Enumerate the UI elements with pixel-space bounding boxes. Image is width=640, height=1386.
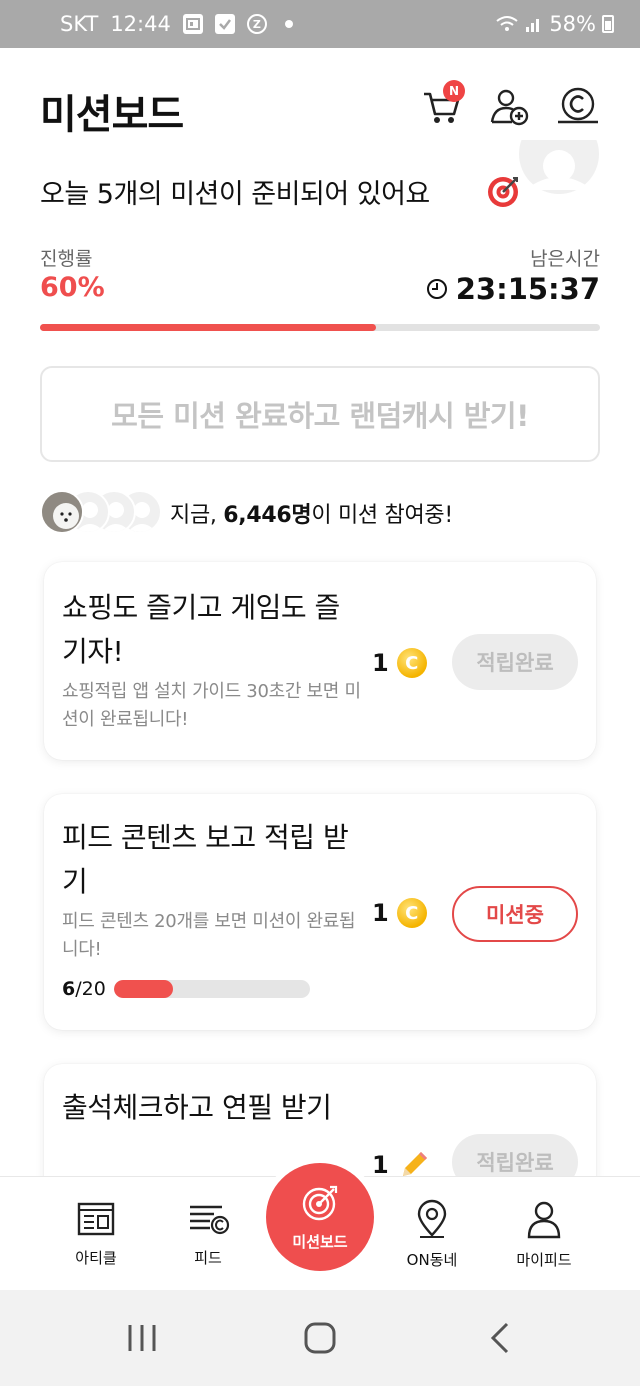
participant-avatar <box>40 490 84 534</box>
nav-label: ON동네 <box>406 1250 458 1269</box>
mission-progress-bar <box>113 980 310 998</box>
cart-new-badge: N <box>443 80 465 102</box>
clock-icon <box>426 279 447 299</box>
overall-progress-fill <box>40 324 376 331</box>
participants-prefix: 지금, <box>170 503 224 528</box>
mission-progress-total: /20 <box>75 978 106 1000</box>
page-title: 미션보드 <box>40 92 184 138</box>
back-icon <box>490 1322 509 1354</box>
nav-item-missionboard[interactable]: 미션보드 <box>266 1163 374 1271</box>
all-missions-reward-button[interactable]: 모든 미션 완료하고 랜덤캐시 받기! <box>40 366 600 462</box>
status-bar: SKT 12:44 Z 58% <box>0 0 640 48</box>
signal-icon <box>526 19 540 32</box>
avatar <box>518 140 600 210</box>
clock: 12:44 <box>110 12 171 36</box>
back-button[interactable] <box>470 1310 530 1366</box>
mission-reward-amount: 1 <box>372 649 389 677</box>
mission-title: 피드 콘텐츠 보고 적립 받기 <box>62 821 349 898</box>
remaining-time: 23:15:37 <box>426 272 600 306</box>
nav-item-feed[interactable]: 피드 <box>158 1177 258 1291</box>
participants-text: 지금, 6,446명이 미션 참여중! <box>170 497 453 529</box>
progress-value: 60% <box>40 272 105 303</box>
location-pin-icon <box>417 1199 447 1238</box>
coin-icon: C <box>396 898 427 928</box>
mission-description: 피드 콘텐츠 20개를 보면 미션이 완료됩니다! <box>62 911 356 960</box>
mission-title: 쇼핑도 즐기고 게임도 즐기자! <box>62 591 340 668</box>
mission-progress-current: 6 <box>62 978 76 1000</box>
system-navigation-bar <box>0 1290 640 1386</box>
target-icon <box>302 1185 338 1220</box>
bottom-navigation: 아티클 피드 미션보드 ON동네 마이피드 <box>0 1163 640 1291</box>
progress-label: 진행률 <box>40 248 93 270</box>
mission-headline: 오늘 5개의 미션이 준비되어 있어요 <box>40 179 430 210</box>
nav-label: 피드 <box>194 1248 222 1267</box>
checkbox-icon <box>214 14 235 34</box>
mission-card[interactable]: 쇼핑도 즐기고 게임도 즐기자! 쇼핑적립 앱 설치 가이드 30초간 보면 미… <box>44 562 596 760</box>
mission-title: 출석체크하고 연필 받기 <box>62 1091 332 1124</box>
mission-reward-amount: 1 <box>372 899 389 927</box>
wifi-icon <box>496 16 518 31</box>
feed-icon <box>190 1205 230 1234</box>
nav-icon <box>182 14 203 34</box>
mission-status-button[interactable]: 적립완료 <box>452 634 578 690</box>
nav-label: 아티클 <box>75 1248 117 1267</box>
nav-item-article[interactable]: 아티클 <box>46 1177 146 1291</box>
carrier-label: SKT <box>60 12 99 36</box>
mission-description: 쇼핑적립 앱 설치 가이드 30초간 보면 미션이 완료됩니다! <box>62 681 361 730</box>
mission-reward-amount: 1 <box>372 1151 389 1179</box>
mission-progress-fill <box>113 980 173 998</box>
nav-label: 미션보드 <box>292 1232 348 1251</box>
nav-label: 마이피드 <box>516 1250 572 1269</box>
participant-avatars <box>40 490 162 536</box>
recent-apps-icon <box>128 1325 156 1351</box>
coin-wallet-icon[interactable] <box>556 84 600 128</box>
target-icon <box>488 177 518 207</box>
coin-icon: C <box>396 648 427 678</box>
participants-count: 6,446명 <box>223 503 312 528</box>
article-icon <box>77 1202 115 1235</box>
add-friend-icon[interactable] <box>488 84 532 128</box>
home-button[interactable] <box>290 1310 350 1366</box>
battery-percent: 58% <box>549 12 596 36</box>
battery-icon <box>602 15 614 33</box>
nav-item-myfeed[interactable]: 마이피드 <box>494 1177 594 1291</box>
participants-row: 지금, 6,446명이 미션 참여중! <box>40 490 453 536</box>
notification-dot-icon <box>284 20 293 28</box>
remaining-time-value: 23:15:37 <box>455 272 600 306</box>
participants-suffix: 이 미션 참여중! <box>311 503 453 528</box>
nav-item-neighborhood[interactable]: ON동네 <box>382 1177 482 1291</box>
z-icon: Z <box>246 14 267 34</box>
mission-status-button[interactable]: 미션중 <box>452 886 578 942</box>
recent-apps-button[interactable] <box>112 1310 172 1366</box>
person-icon <box>527 1201 561 1238</box>
mission-progress: 6/20 <box>62 978 310 1000</box>
home-icon <box>304 1322 336 1354</box>
remaining-time-label: 남은시간 <box>530 248 600 270</box>
mission-reward: 1 C <box>372 648 427 678</box>
overall-progress-bar <box>40 324 600 331</box>
mission-reward: 1 C <box>372 898 427 928</box>
mission-card[interactable]: 피드 콘텐츠 보고 적립 받기 피드 콘텐츠 20개를 보면 미션이 완료됩니다… <box>44 794 596 1030</box>
